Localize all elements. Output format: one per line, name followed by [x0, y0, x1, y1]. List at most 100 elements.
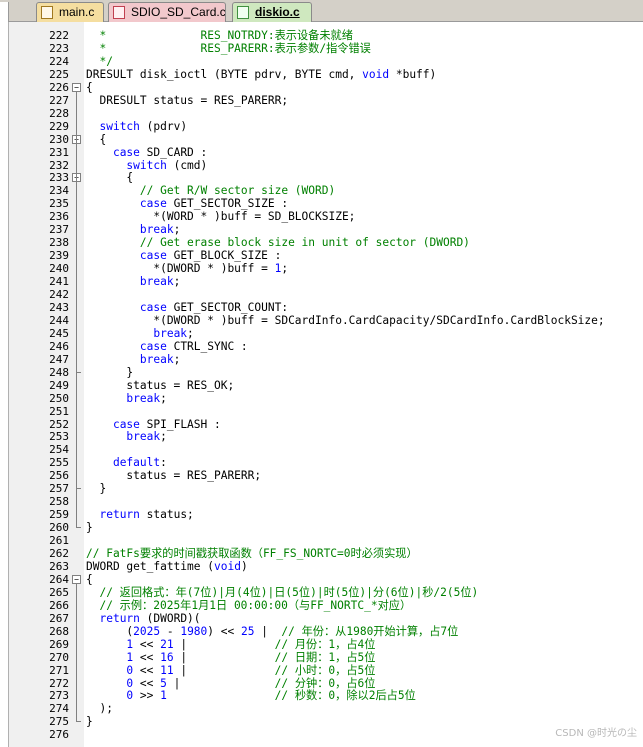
code-line[interactable]: 228 [9, 107, 643, 120]
code-line[interactable]: 265 // 返回格式：年(7位)|月(4位)|日(5位)|时(5位)|分(6位… [9, 586, 643, 599]
code-line[interactable]: 272 0 << 5 | // 分钟：0，占6位 [9, 677, 643, 690]
code-line[interactable]: 229 switch (pdrv) [9, 120, 643, 133]
code-token: << [133, 663, 161, 677]
code-line[interactable]: 223 * RES_PARERR:表示参数/指令错误 [9, 42, 643, 55]
code-line[interactable]: 238 // Get erase block size in unit of s… [9, 236, 643, 249]
code-keyword: break [126, 430, 161, 444]
code-text: case GET_SECTOR_COUNT: [86, 301, 288, 314]
code-line[interactable]: 247 break; [9, 353, 643, 366]
code-line[interactable]: 224 */ [9, 55, 643, 68]
code-line[interactable]: 222 * RES_NOTRDY:表示设备未就绪 [9, 29, 643, 42]
code-line[interactable]: 269 1 << 21 | // 月份：1，占4位 [9, 638, 643, 651]
fold-collapse-icon[interactable]: − [72, 574, 81, 584]
line-number: 245 [49, 326, 69, 340]
code-text: case GET_BLOCK_SIZE : [86, 249, 281, 262]
code-line[interactable]: 242 [9, 288, 643, 301]
code-text: 1 << 16 | // 日期：1，占5位 [86, 651, 375, 664]
tab-diskio-c[interactable]: diskio.c [232, 2, 312, 22]
c-file-icon [41, 6, 53, 19]
code-line[interactable]: 264−{ [9, 573, 643, 586]
code-line[interactable]: 256 status = RES_PARERR; [9, 469, 643, 482]
code-line[interactable]: 227 DRESULT status = RES_PARERR; [9, 94, 643, 107]
code-text: *(WORD * )buff = SD_BLOCKSIZE; [86, 210, 355, 223]
code-token: | [173, 637, 275, 651]
code-text: // 示例：2025年1月1日 00:00:00（与FF_NORTC_*对应） [86, 599, 411, 612]
code-token: { [86, 572, 93, 586]
code-line[interactable]: 255 default: [9, 456, 643, 469]
code-text: { [86, 133, 106, 146]
line-number: 250 [49, 391, 69, 405]
code-line[interactable]: 270 1 << 16 | // 日期：1，占5位 [9, 651, 643, 664]
code-line[interactable]: 258 [9, 495, 643, 508]
code-text: DWORD get_fattime (void) [86, 560, 248, 573]
code-line[interactable]: 268 (2025 - 1980) << 25 | // 年份：从1980开始计… [9, 625, 643, 638]
code-line[interactable]: 225 DRESULT disk_ioctl (BYTE pdrv, BYTE c… [9, 68, 643, 81]
line-number: 257 [49, 482, 69, 496]
code-line[interactable]: 263 DWORD get_fattime (void) [9, 560, 643, 573]
code-token: } [86, 482, 107, 496]
code-line[interactable]: 233− { [9, 171, 643, 184]
code-line[interactable]: 230− { [9, 133, 643, 146]
code-line[interactable]: 244 *(DWORD * )buff = SDCardInfo.CardCap… [9, 314, 643, 327]
code-token: (cmd) [166, 158, 208, 172]
code-line[interactable]: 249 status = RES_OK; [9, 379, 643, 392]
code-text: break; [86, 223, 180, 236]
code-line[interactable]: 266 // 示例：2025年1月1日 00:00:00（与FF_NORTC_*… [9, 599, 643, 612]
code-token: ; [281, 262, 289, 276]
code-line[interactable]: 250 break; [9, 392, 643, 405]
code-line[interactable]: 257 } [9, 482, 643, 495]
code-text: ); [86, 702, 113, 716]
code-line[interactable]: 254 [9, 443, 643, 456]
tab-main-c[interactable]: main.c [36, 2, 104, 22]
code-line[interactable]: 262 // FatFs要求的时间戳获取函数（FF_FS_NORTC=0时必须实现… [9, 547, 643, 560]
code-keyword: break [139, 352, 174, 366]
code-line[interactable]: 231 case SD_CARD : [9, 146, 643, 159]
code-line[interactable]: 260} [9, 521, 643, 534]
line-number: 226 [49, 80, 69, 94]
code-token: ); [86, 702, 113, 716]
code-line[interactable]: 239 case GET_BLOCK_SIZE : [9, 249, 643, 262]
code-line[interactable]: 232 switch (cmd) [9, 159, 643, 172]
tab-sdio-sd-card-c[interactable]: SDIO_SD_Card.c [108, 2, 226, 22]
code-line[interactable]: 271 0 << 11 | // 小时：0，占5位 [9, 664, 643, 677]
code-line[interactable]: 276 [9, 728, 643, 741]
code-line[interactable]: 261 [9, 534, 643, 547]
code-line[interactable]: 259 return status; [9, 508, 643, 521]
code-line[interactable]: 246 case CTRL_SYNC : [9, 340, 643, 353]
tab-label: main.c [59, 5, 95, 19]
code-keyword: return [99, 508, 140, 522]
code-line[interactable]: 234 // Get R/W sector size (WORD) [9, 184, 643, 197]
line-number: 263 [49, 559, 69, 573]
code-line[interactable]: 245 break; [9, 327, 643, 340]
code-token: } [86, 365, 134, 379]
code-line[interactable]: 237 break; [9, 223, 643, 236]
code-line[interactable]: 267 return (DWORD)( [9, 612, 643, 625]
code-line[interactable]: 273 0 >> 1 // 秒数：0，除以2后占5位 [9, 689, 643, 702]
code-line[interactable]: 248 } [9, 366, 643, 379]
code-comment: // Get R/W sector size (WORD) [86, 184, 336, 198]
code-line[interactable]: 251 [9, 405, 643, 418]
code-line[interactable]: 226−{ [9, 81, 643, 94]
code-token: ( [86, 624, 134, 638]
code-line[interactable]: 241 break; [9, 275, 643, 288]
line-number: 223 [49, 41, 69, 55]
line-number: 269 [49, 637, 69, 651]
code-line[interactable]: 253 break; [9, 430, 643, 443]
code-line[interactable]: 236 *(WORD * )buff = SD_BLOCKSIZE; [9, 210, 643, 223]
code-line[interactable]: 275} [9, 715, 643, 728]
code-line[interactable]: 252 case SPI_FLASH : [9, 418, 643, 431]
line-number: 246 [49, 339, 69, 353]
code-line[interactable]: 240 *(DWORD * )buff = 1; [9, 262, 643, 275]
code-token: - [160, 624, 181, 638]
code-editor[interactable]: 222 * RES_NOTRDY:表示设备未就绪 223 * RES_PARERR… [9, 22, 643, 747]
code-line[interactable]: 243 case GET_SECTOR_COUNT: [9, 301, 643, 314]
fold-collapse-icon[interactable]: − [72, 82, 81, 92]
code-line[interactable]: 235 case GET_SECTOR_SIZE : [9, 197, 643, 210]
code-token: } [86, 715, 93, 729]
fold-range-line [76, 91, 77, 528]
code-line[interactable]: 274 ); [9, 702, 643, 715]
